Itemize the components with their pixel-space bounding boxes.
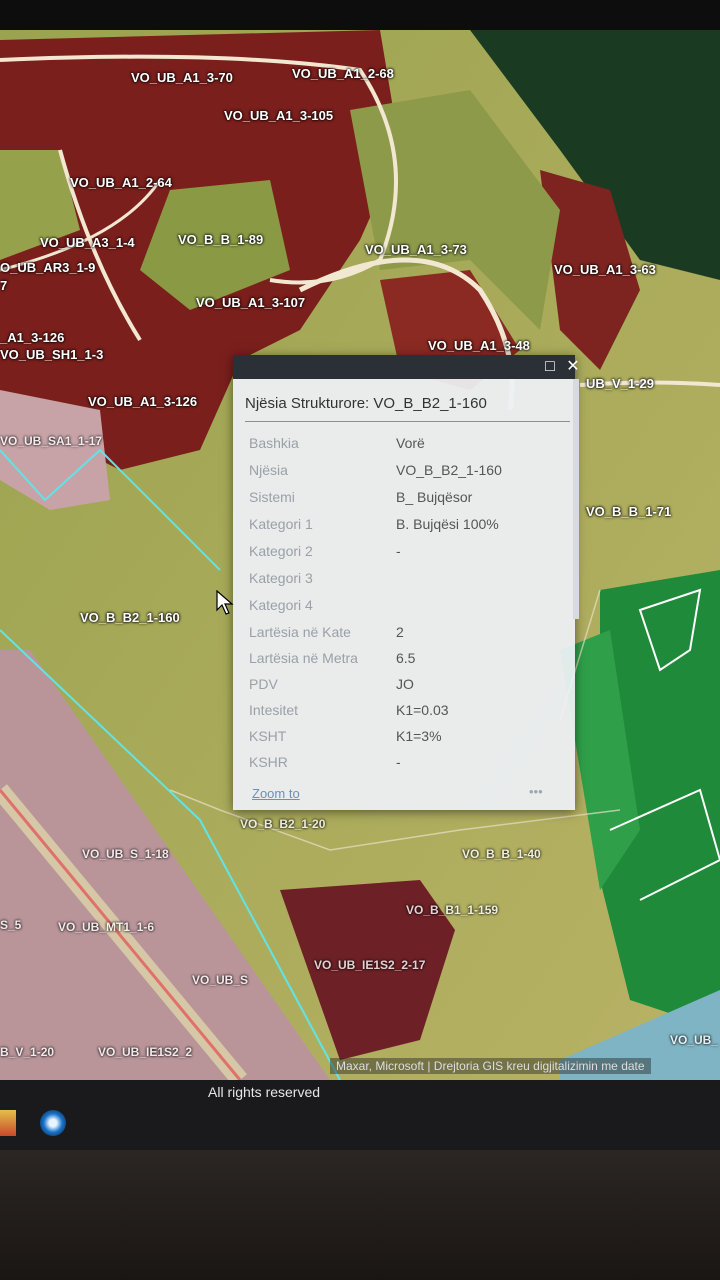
attribute-row: Lartësia në Kate 2 bbox=[233, 624, 575, 650]
attribute-value: - bbox=[396, 754, 401, 770]
taskbar-app-icon[interactable] bbox=[0, 1110, 16, 1136]
attribute-value: JO bbox=[396, 676, 414, 692]
attribute-row: KSHT K1=3% bbox=[233, 728, 575, 754]
attribute-row: Kategori 2 - bbox=[233, 543, 575, 569]
maximize-icon[interactable]: □ bbox=[541, 358, 559, 376]
map-label[interactable]: VO_B_B2_1-160 bbox=[80, 610, 180, 625]
attribute-key: Intesitet bbox=[249, 702, 299, 718]
attribute-value: VO_B_B2_1-160 bbox=[396, 462, 502, 478]
attribute-value: - bbox=[396, 543, 401, 559]
attribute-key: Bashkia bbox=[249, 435, 299, 451]
map-label[interactable]: S_5 bbox=[0, 918, 21, 932]
map-attribution: Maxar, Microsoft | Drejtoria GIS kreu di… bbox=[330, 1058, 651, 1074]
attribute-row: Kategori 1 B. Bujqësi 100% bbox=[233, 516, 575, 542]
map-label[interactable]: B_V_1-20 bbox=[0, 1045, 54, 1059]
map-label[interactable]: VO_UB_SA1_1-17 bbox=[0, 434, 102, 448]
map-label[interactable]: UB_V_1-29 bbox=[586, 376, 654, 391]
map-label[interactable]: VO_UB_A1_3-107 bbox=[196, 295, 305, 310]
attribute-key: Kategori 2 bbox=[249, 543, 313, 559]
map-label[interactable]: VO_UB_A1_3-70 bbox=[131, 70, 233, 85]
map-label[interactable]: VO_UB_S_1-18 bbox=[82, 847, 169, 861]
map-label[interactable]: VO_UB_A1_3-48 bbox=[428, 338, 530, 353]
attribute-row: Kategori 3 bbox=[233, 570, 575, 596]
map-label[interactable]: VO_B_B_1-89 bbox=[178, 232, 263, 247]
attribute-key: Lartësia në Metra bbox=[249, 650, 358, 666]
attribute-key: Kategori 3 bbox=[249, 570, 313, 586]
map-label[interactable]: 7 bbox=[0, 278, 7, 293]
attribute-row: PDV JO bbox=[233, 676, 575, 702]
mouse-pointer-icon bbox=[216, 590, 234, 615]
popup-title: Njësia Strukturore: VO_B_B2_1-160 bbox=[245, 395, 487, 412]
map-label[interactable]: VO_UB_A1_2-68 bbox=[292, 66, 394, 81]
app-footer: All rights reserved bbox=[0, 1080, 720, 1150]
attribute-key: Kategori 1 bbox=[249, 516, 313, 532]
attribute-row: Sistemi B_ Bujqësor bbox=[233, 489, 575, 515]
map-label[interactable]: VO_UB_S bbox=[192, 973, 248, 987]
attribute-key: KSHR bbox=[249, 754, 288, 770]
map-label[interactable]: VO_B_B_1-71 bbox=[586, 504, 671, 519]
attribute-key: PDV bbox=[249, 676, 278, 692]
zoom-to-link[interactable]: Zoom to bbox=[252, 786, 300, 801]
map-label[interactable]: VO_UB_A1_3-63 bbox=[554, 262, 656, 277]
attribute-key: Kategori 4 bbox=[249, 597, 313, 613]
more-options-button[interactable]: ••• bbox=[529, 784, 543, 799]
map-label[interactable]: VO_UB_A3_1-4 bbox=[40, 235, 135, 250]
attribute-row: KSHR - bbox=[233, 754, 575, 780]
monitor-stand-area bbox=[0, 1150, 720, 1280]
attribute-row: Intesitet K1=0.03 bbox=[233, 702, 575, 728]
map-label[interactable]: VO_UB_A1_3-73 bbox=[365, 242, 467, 257]
map-label[interactable]: O_UB_AR3_1-9 bbox=[0, 260, 95, 275]
attribute-key: KSHT bbox=[249, 728, 287, 744]
footer-text: All rights reserved bbox=[208, 1084, 321, 1100]
close-icon[interactable]: ✕ bbox=[564, 358, 582, 376]
attribute-row: Njësia VO_B_B2_1-160 bbox=[233, 462, 575, 488]
map-label[interactable]: VO_UB_ bbox=[670, 1033, 718, 1047]
map-label[interactable]: VO_B_B2_1-20 bbox=[240, 817, 325, 831]
map-label[interactable]: VO_UB_IE1S2_2 bbox=[98, 1045, 192, 1059]
popup-divider bbox=[245, 421, 570, 422]
attribute-key: Lartësia në Kate bbox=[249, 624, 351, 640]
map-label[interactable]: VO_UB_IE1S2_2-17 bbox=[314, 958, 425, 972]
attribute-value: B. Bujqësi 100% bbox=[396, 516, 499, 532]
map-screen[interactable]: VO_UB_A1_3-70 VO_UB_A1_2-68 VO_UB_A1_3-1… bbox=[0, 30, 720, 1080]
monitor-bezel bbox=[0, 0, 720, 30]
map-label[interactable]: VO_UB_SH1_1-3 bbox=[0, 347, 103, 362]
map-label[interactable]: VO_B_B_1-40 bbox=[462, 847, 541, 861]
attribute-value: Vorë bbox=[396, 435, 425, 451]
attribute-key: Njësia bbox=[249, 462, 288, 478]
attribute-value: 2 bbox=[396, 624, 404, 640]
attribute-value: 6.5 bbox=[396, 650, 416, 666]
attribute-row: Kategori 4 bbox=[233, 597, 575, 623]
map-label[interactable]: VO_UB_A1_3-126 bbox=[88, 394, 197, 409]
taskbar-browser-icon[interactable] bbox=[40, 1110, 66, 1136]
map-label[interactable]: _A1_3-126 bbox=[0, 330, 64, 345]
attribute-key: Sistemi bbox=[249, 489, 295, 505]
map-label[interactable]: VO_UB_A1_2-64 bbox=[70, 175, 172, 190]
map-label[interactable]: VO_B_B1_1-159 bbox=[406, 903, 498, 917]
attribute-row: Lartësia në Metra 6.5 bbox=[233, 650, 575, 676]
feature-popup[interactable]: □ ✕ Njësia Strukturore: VO_B_B2_1-160 Ba… bbox=[233, 355, 580, 810]
attribute-row: Bashkia Vorë bbox=[233, 435, 575, 461]
attribute-value: B_ Bujqësor bbox=[396, 489, 473, 505]
attribute-value: K1=0.03 bbox=[396, 702, 449, 718]
popup-header-bar: □ ✕ bbox=[233, 355, 580, 379]
map-label[interactable]: VO_UB_MT1_1-6 bbox=[58, 920, 154, 934]
map-label[interactable]: VO_UB_A1_3-105 bbox=[224, 108, 333, 123]
attribute-value: K1=3% bbox=[396, 728, 442, 744]
